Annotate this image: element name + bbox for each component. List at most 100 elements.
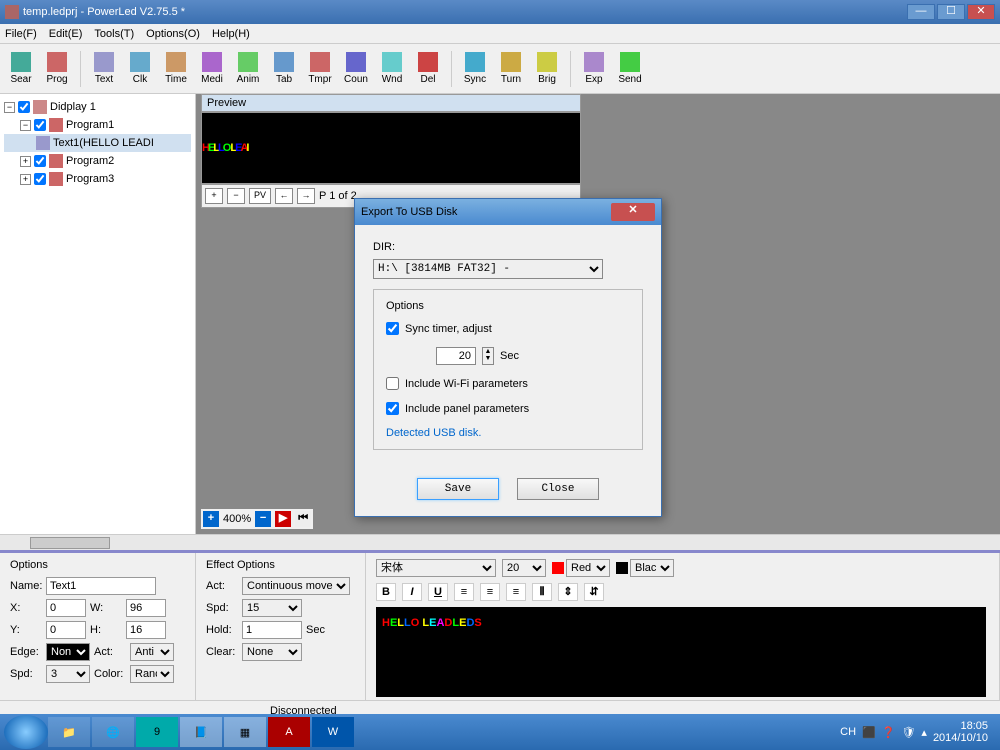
menu-edit[interactable]: Edit(E) — [49, 28, 83, 40]
wifi-checkbox[interactable] — [386, 377, 399, 390]
bars-button[interactable]: ⦀ — [532, 583, 552, 601]
task-app1[interactable]: 9 — [136, 717, 178, 747]
dir-select[interactable]: H:\ [3814MB FAT32] - — [373, 259, 603, 279]
hold-input[interactable] — [242, 621, 302, 639]
spacing-button[interactable]: ⇕ — [558, 583, 578, 601]
tool-time[interactable]: Time — [159, 50, 193, 87]
task-chrome[interactable]: 🌐 — [92, 717, 134, 747]
start-button[interactable] — [4, 715, 48, 749]
italic-button[interactable]: I — [402, 583, 422, 601]
edge-select[interactable]: Non — [46, 643, 90, 661]
name-input[interactable] — [46, 577, 156, 595]
tree-program3[interactable]: + Program3 — [4, 170, 191, 188]
scrollbar-thumb[interactable] — [30, 537, 110, 549]
menu-tools[interactable]: Tools(T) — [94, 28, 134, 40]
lang-indicator[interactable]: CH — [840, 726, 856, 738]
next-page-button[interactable]: → — [297, 188, 315, 204]
h-input[interactable] — [126, 621, 166, 639]
tree-text1[interactable]: Text1(HELLO LEADI — [4, 134, 191, 152]
expand-icon[interactable]: − — [4, 102, 15, 113]
task-word[interactable]: W — [312, 717, 354, 747]
tray-icon[interactable]: ❓ — [882, 726, 896, 739]
clock-time[interactable]: 18:05 — [933, 720, 988, 732]
act-select[interactable]: Continuous move — [242, 577, 350, 595]
tree-program2[interactable]: + Program2 — [4, 152, 191, 170]
maximize-button[interactable]: ☐ — [937, 4, 965, 20]
close-dialog-button[interactable]: Close — [517, 478, 599, 500]
menu-file[interactable]: File(F) — [5, 28, 37, 40]
linespace-button[interactable]: ⇵ — [584, 583, 604, 601]
tool-del[interactable]: Del — [411, 50, 445, 87]
tray-expand-icon[interactable]: ▴ — [921, 726, 927, 739]
minimize-button[interactable]: — — [907, 4, 935, 20]
x-input[interactable] — [46, 599, 86, 617]
dialog-titlebar[interactable]: Export To USB Disk ✕ — [355, 199, 661, 225]
align-left-button[interactable]: ≡ — [454, 583, 474, 601]
zoom-in-button[interactable]: + — [205, 188, 223, 204]
menu-options[interactable]: Options(O) — [146, 28, 200, 40]
spd2-select[interactable]: 3 — [46, 665, 90, 683]
bgcolor-select[interactable]: Blac — [630, 559, 674, 577]
act2-select[interactable]: Anti — [130, 643, 174, 661]
align-center-button[interactable]: ≡ — [480, 583, 500, 601]
tree-checkbox[interactable] — [18, 101, 30, 113]
task-explorer[interactable]: 📁 — [48, 717, 90, 747]
tool-brig[interactable]: Brig — [530, 50, 564, 87]
tool-text[interactable]: Text — [87, 50, 121, 87]
zoom-in-icon[interactable]: + — [203, 511, 219, 527]
tool-medi[interactable]: Medi — [195, 50, 229, 87]
tree-program1[interactable]: − Program1 — [4, 116, 191, 134]
tool-send[interactable]: Send — [613, 50, 647, 87]
task-pdf[interactable]: A — [268, 717, 310, 747]
sync-value-input[interactable] — [436, 347, 476, 365]
spd-select[interactable]: 15 — [242, 599, 302, 617]
expand-icon[interactable]: − — [20, 120, 31, 131]
color-select[interactable]: Ranc — [130, 665, 174, 683]
task-powerled[interactable]: ▦ — [224, 717, 266, 747]
tool-sync[interactable]: Sync — [458, 50, 492, 87]
underline-button[interactable]: U — [428, 583, 448, 601]
close-button[interactable]: ✕ — [967, 4, 995, 20]
tool-wnd[interactable]: Wnd — [375, 50, 409, 87]
panel-checkbox[interactable] — [386, 402, 399, 415]
tree-root[interactable]: − Didplay 1 — [4, 98, 191, 116]
fgcolor-select[interactable]: Red — [566, 559, 610, 577]
dialog-close-button[interactable]: ✕ — [611, 203, 655, 221]
tool-anim[interactable]: Anim — [231, 50, 265, 87]
clear-select[interactable]: None — [242, 643, 302, 661]
tray-icon[interactable]: 🛡 — [901, 726, 915, 739]
y-input[interactable] — [46, 621, 86, 639]
tool-sear[interactable]: Sear — [4, 50, 38, 87]
detected-link[interactable]: Detected USB disk. — [386, 427, 630, 439]
sync-checkbox[interactable] — [386, 322, 399, 335]
task-app2[interactable]: 📘 — [180, 717, 222, 747]
horizontal-scrollbar[interactable] — [0, 534, 1000, 550]
clock-date[interactable]: 2014/10/10 — [933, 732, 988, 744]
play-icon[interactable]: ▶ — [275, 511, 291, 527]
font-select[interactable]: 宋体 — [376, 559, 496, 577]
expand-icon[interactable]: + — [20, 156, 31, 167]
menu-help[interactable]: Help(H) — [212, 28, 250, 40]
text-editor[interactable]: HELLO LEADLEDS — [376, 607, 986, 697]
prev-page-button[interactable]: ← — [275, 188, 293, 204]
tool-exp[interactable]: Exp — [577, 50, 611, 87]
align-right-button[interactable]: ≡ — [506, 583, 526, 601]
save-button[interactable]: Save — [417, 478, 499, 500]
tool-tab[interactable]: Tab — [267, 50, 301, 87]
spinner-buttons[interactable]: ▲▼ — [482, 347, 494, 365]
tray-icon[interactable]: ⬛ — [862, 726, 876, 739]
expand-icon[interactable]: + — [20, 174, 31, 185]
zoom-out-icon[interactable]: − — [255, 511, 271, 527]
zoom-out-button[interactable]: − — [227, 188, 245, 204]
tool-prog[interactable]: Prog — [40, 50, 74, 87]
size-select[interactable]: 20 — [502, 559, 546, 577]
tree-checkbox[interactable] — [34, 173, 46, 185]
tool-turn[interactable]: Turn — [494, 50, 528, 87]
tool-tmpr[interactable]: Tmpr — [303, 50, 337, 87]
tree-checkbox[interactable] — [34, 155, 46, 167]
tree-checkbox[interactable] — [34, 119, 46, 131]
rewind-icon[interactable]: ⏮ — [295, 511, 311, 527]
tool-coun[interactable]: Coun — [339, 50, 373, 87]
bold-button[interactable]: B — [376, 583, 396, 601]
pv-button[interactable]: PV — [249, 188, 271, 204]
